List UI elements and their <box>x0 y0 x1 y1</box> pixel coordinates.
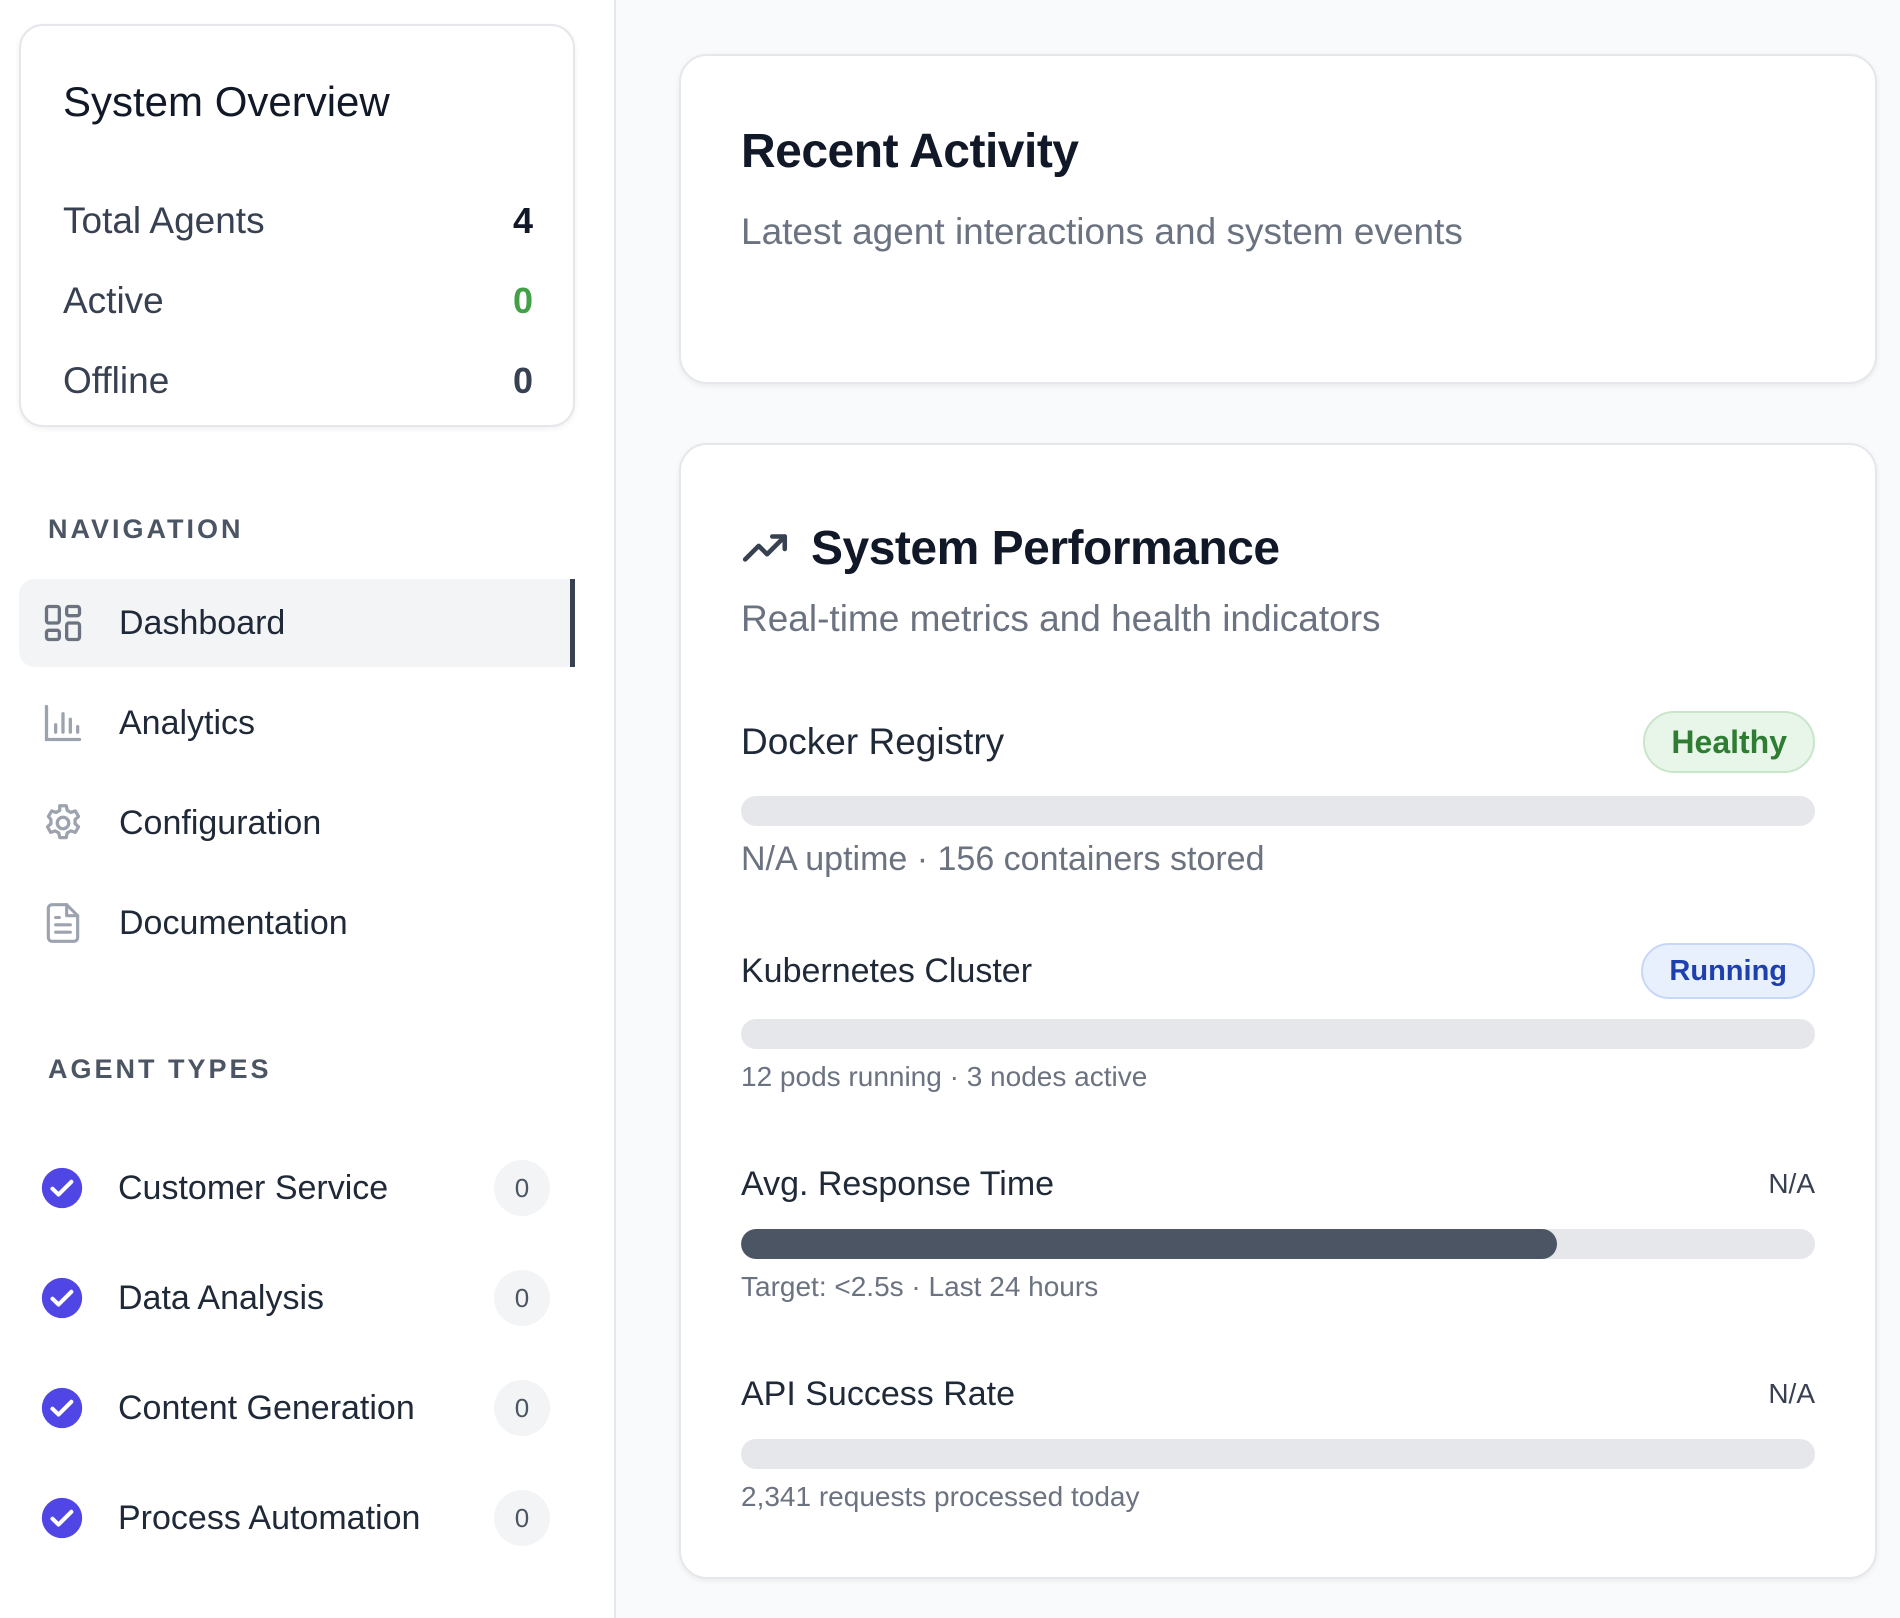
metric-note: N/A uptime · 156 containers stored <box>741 840 1265 878</box>
stat-active: Active 0 <box>63 276 533 326</box>
metric-note: Target: <2.5s · Last 24 hours <box>741 1271 1099 1302</box>
navigation-heading: NAVIGATION <box>48 514 244 544</box>
nav-label: Dashboard <box>119 603 286 642</box>
system-performance-subtitle: Real-time metrics and health indicators <box>741 598 1381 639</box>
agent-type-customer-service[interactable]: Customer Service 0 <box>40 1156 550 1220</box>
metric-api-success-rate: API Success Rate N/A <box>741 1366 1815 1422</box>
agent-count-badge: 0 <box>494 1270 550 1326</box>
nav-item-analytics[interactable]: Analytics <box>19 679 575 767</box>
nav-label: Analytics <box>119 703 256 742</box>
metric-avg-response-time: Avg. Response Time N/A <box>741 1156 1815 1212</box>
nav-item-documentation[interactable]: Documentation <box>19 879 575 967</box>
stat-value: 0 <box>512 280 533 321</box>
agent-type-label: Customer Service <box>118 1168 389 1207</box>
nav-item-dashboard[interactable]: Dashboard <box>19 579 575 667</box>
progress-fill <box>741 1229 1558 1259</box>
nav-label: Configuration <box>119 803 322 842</box>
agent-type-label: Data Analysis <box>118 1278 324 1317</box>
document-icon <box>39 899 87 947</box>
stat-label: Total Agents <box>63 200 265 241</box>
nav-label: Documentation <box>119 903 348 942</box>
status-badge-healthy: Healthy <box>1643 711 1815 773</box>
stat-value: 4 <box>512 200 533 241</box>
agent-count-badge: 0 <box>494 1160 550 1216</box>
agent-type-content-generation[interactable]: Content Generation 0 <box>40 1376 550 1440</box>
bar-chart-icon <box>39 699 87 747</box>
progress-bar-kubernetes-cluster <box>741 1019 1815 1049</box>
progress-bar-api-success-rate <box>741 1439 1815 1469</box>
grid-icon <box>39 599 87 647</box>
metric-value: N/A <box>1768 1168 1815 1199</box>
status-badge-running: Running <box>1641 943 1815 999</box>
recent-activity-subtitle: Latest agent interactions and system eve… <box>741 211 1463 252</box>
check-circle-icon <box>40 1386 84 1430</box>
system-overview-title: System Overview <box>63 78 390 125</box>
metric-docker-registry: Docker Registry Healthy <box>741 710 1815 774</box>
stat-label: Offline <box>63 360 170 401</box>
stat-label: Active <box>63 280 164 321</box>
metric-name: Kubernetes Cluster <box>741 951 1033 990</box>
stat-offline: Offline 0 <box>63 356 533 406</box>
system-performance-header: System Performance <box>741 521 1280 576</box>
recent-activity-card: Recent Activity Latest agent interaction… <box>679 54 1877 384</box>
stat-total-agents: Total Agents 4 <box>63 196 533 246</box>
agent-type-label: Content Generation <box>118 1388 415 1427</box>
system-performance-card: System Performance Real-time metrics and… <box>679 443 1877 1579</box>
metric-name: Docker Registry <box>741 721 1005 762</box>
recent-activity-title: Recent Activity <box>741 125 1079 178</box>
agent-type-process-automation[interactable]: Process Automation 0 <box>40 1486 550 1550</box>
agent-type-label: Process Automation <box>118 1498 421 1537</box>
check-circle-icon <box>40 1496 84 1540</box>
metric-value: N/A <box>1768 1378 1815 1409</box>
agent-type-data-analysis[interactable]: Data Analysis 0 <box>40 1266 550 1330</box>
metric-note: 2,341 requests processed today <box>741 1481 1140 1512</box>
nav-item-configuration[interactable]: Configuration <box>19 779 575 867</box>
agent-count-badge: 0 <box>494 1490 550 1546</box>
agent-count-badge: 0 <box>494 1380 550 1436</box>
trending-up-icon <box>741 524 791 574</box>
metric-kubernetes-cluster: Kubernetes Cluster Running <box>741 942 1815 1000</box>
stat-value: 0 <box>512 360 533 401</box>
system-overview-card: System Overview Total Agents 4 Active 0 … <box>19 24 575 427</box>
agent-types-heading: AGENT TYPES <box>48 1054 272 1084</box>
progress-bar-docker-registry <box>741 796 1815 826</box>
metric-name: API Success Rate <box>741 1374 1016 1413</box>
check-circle-icon <box>40 1276 84 1320</box>
gear-icon <box>39 799 87 847</box>
check-circle-icon <box>40 1166 84 1210</box>
metric-name: Avg. Response Time <box>741 1164 1055 1203</box>
metric-note: 12 pods running · 3 nodes active <box>741 1061 1148 1092</box>
progress-bar-avg-response-time <box>741 1229 1815 1259</box>
sidebar: System Overview Total Agents 4 Active 0 … <box>0 0 616 1618</box>
system-performance-title: System Performance <box>811 522 1280 575</box>
